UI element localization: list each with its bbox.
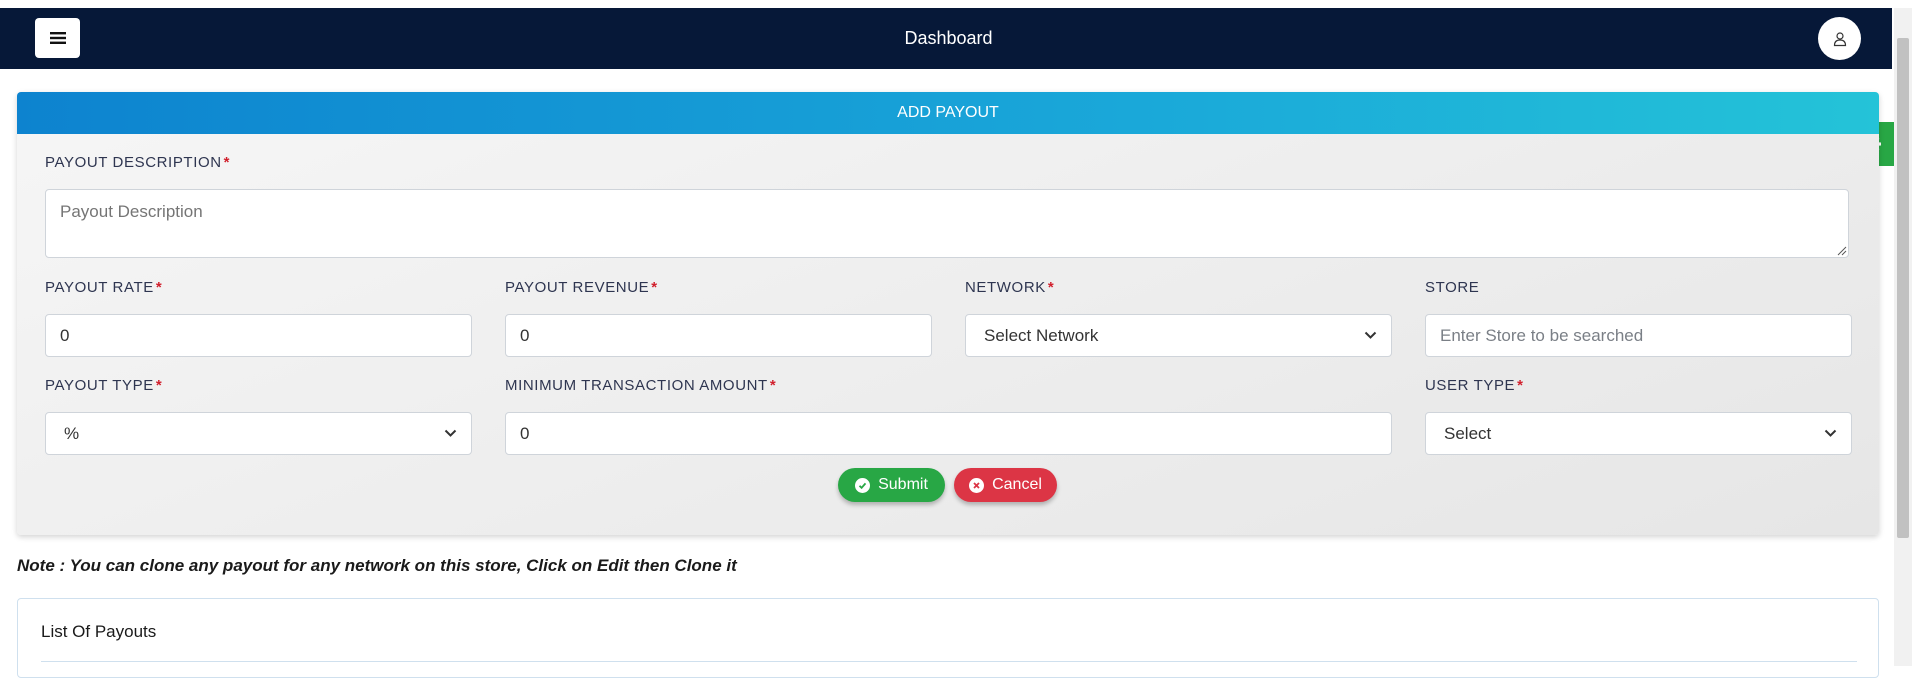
list-divider [41,661,1857,662]
payout-type-label: PAYOUT TYPE * [45,377,162,394]
store-label-text: STORE [1425,279,1480,296]
revenue-label: PAYOUT REVENUE * [505,279,658,296]
cancel-button[interactable]: Cancel [954,468,1057,502]
description-label: PAYOUT DESCRIPTION * [45,154,230,171]
min-amount-label: MINIMUM TRANSACTION AMOUNT * [505,377,776,394]
rate-label: PAYOUT RATE * [45,279,162,296]
payout-type-selected-value: % [64,424,80,443]
chevron-down-icon [1824,429,1837,437]
required-mark: * [651,279,658,296]
card-header: ADD PAYOUT [17,92,1879,134]
payout-list-card: List Of Payouts [17,598,1879,678]
payout-description-input[interactable] [45,189,1849,258]
resize-grip-icon[interactable] [1837,246,1847,256]
top-strip [0,0,1912,8]
chevron-down-icon [1364,331,1377,339]
scrollbar-thumb[interactable] [1897,38,1909,538]
clone-note: Note : You can clone any payout for any … [17,556,737,575]
payout-type-label-text: PAYOUT TYPE [45,377,154,394]
user-type-select[interactable]: Select [1425,412,1852,455]
check-circle-icon [855,477,871,493]
menu-toggle-button[interactable] [35,18,80,58]
chevron-down-icon [444,429,457,437]
min-transaction-amount-input[interactable] [505,412,1392,455]
required-mark: * [223,154,231,171]
payout-rate-input[interactable] [45,314,472,357]
user-type-label-text: USER TYPE [1425,377,1516,394]
close-circle-icon [969,477,985,493]
nav-title: Dashboard [904,28,993,48]
required-mark: * [769,377,777,394]
user-icon [1833,31,1846,46]
min-amount-label-text: MINIMUM TRANSACTION AMOUNT [505,377,768,394]
required-mark: * [1517,377,1524,394]
cancel-button-label: Cancel [992,476,1042,493]
description-label-text: PAYOUT DESCRIPTION [45,154,222,171]
submit-button-label: Submit [878,476,928,493]
store-search-input[interactable] [1425,314,1852,357]
add-payout-card: ADD PAYOUT PAYOUT DESCRIPTION* PAYOUT RA… [17,92,1879,535]
required-mark: * [155,377,163,394]
network-label: NETWORK * [965,279,1054,296]
navbar: Dashboard [0,8,1892,69]
network-selected-value: Select Network [984,326,1099,345]
page-scrollbar[interactable] [1894,8,1912,666]
list-title: List Of Payouts [41,622,157,641]
submit-button[interactable]: Submit [838,468,945,502]
store-label: STORE [1425,279,1479,296]
network-select[interactable]: Select Network [965,314,1392,357]
rate-label-text: PAYOUT RATE [45,279,154,296]
payout-type-select[interactable]: % [45,412,472,455]
bars-icon [49,32,66,44]
payout-revenue-input[interactable] [505,314,932,357]
user-type-label: USER TYPE * [1425,377,1524,394]
revenue-label-text: PAYOUT REVENUE [505,279,650,296]
network-label-text: NETWORK [965,279,1046,296]
user-menu-button[interactable] [1818,17,1861,60]
required-mark: * [155,279,163,296]
required-mark: * [1047,279,1055,296]
user-type-selected-value: Select [1444,424,1492,443]
